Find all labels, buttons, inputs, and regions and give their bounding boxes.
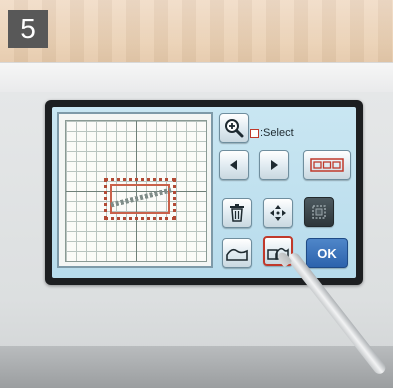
preview-grid: [65, 120, 207, 262]
previous-button[interactable]: [219, 150, 249, 180]
outline-shape-icon: [226, 245, 248, 261]
select-indicator-box: [250, 128, 259, 138]
select-label-text: :Select: [260, 127, 294, 139]
frame-pattern-button[interactable]: [303, 150, 351, 180]
trash-icon: [229, 204, 245, 222]
next-button[interactable]: [259, 150, 289, 180]
move-arrows-icon: [269, 204, 287, 222]
machine-top-edge: [0, 62, 393, 93]
step-number-badge: 5: [8, 10, 48, 48]
ok-button[interactable]: OK: [306, 238, 348, 268]
select-legend: :Select: [250, 127, 294, 139]
frame-select-icon: [310, 203, 328, 221]
embroidery-preview: [57, 112, 213, 268]
delete-button[interactable]: [222, 198, 252, 228]
zoom-button[interactable]: [219, 113, 249, 143]
zoom-in-icon: [224, 118, 244, 138]
machine-base: [0, 346, 393, 388]
frame-pattern-icon: [310, 158, 344, 172]
arrow-right-icon: [267, 158, 281, 172]
outline-button[interactable]: [222, 238, 252, 268]
arrow-left-icon: [227, 158, 241, 172]
frame-select-button[interactable]: [304, 197, 334, 227]
move-button[interactable]: [263, 198, 293, 228]
